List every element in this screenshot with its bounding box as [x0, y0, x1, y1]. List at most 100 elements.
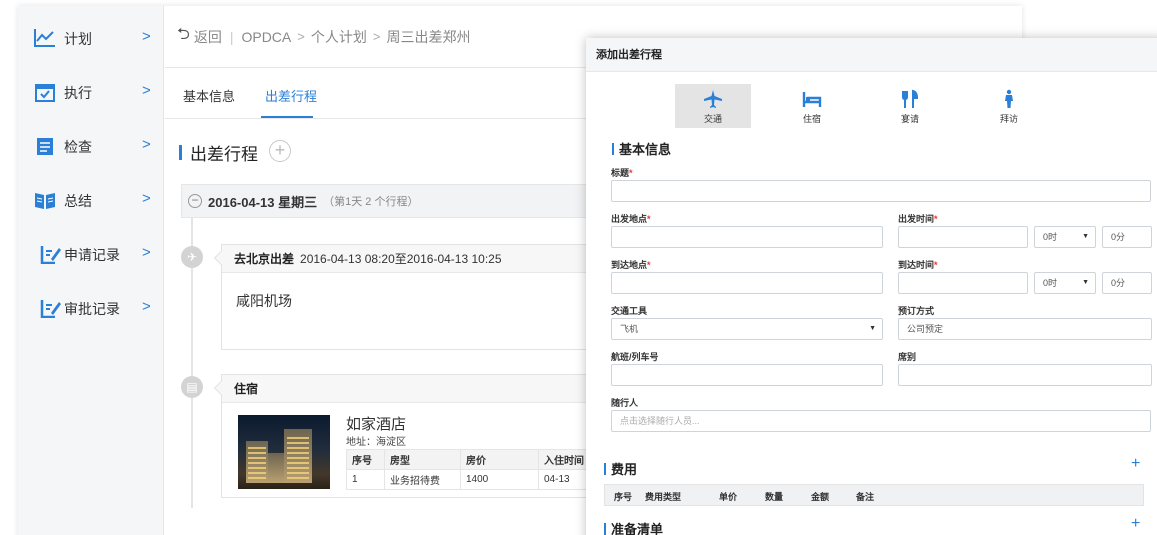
- sidebar-item-check[interactable]: 检查 >: [18, 126, 164, 166]
- section-title-text: 出差行程: [190, 145, 258, 164]
- back-button[interactable]: ⮌ 返回: [177, 23, 222, 50]
- table-header: 序号: [346, 449, 385, 470]
- arrive-hour-select[interactable]: 0时 ▼: [1034, 272, 1096, 294]
- section-fees: 费用: [604, 459, 637, 478]
- depart-date-input[interactable]: [898, 226, 1028, 248]
- person-visit-icon: [1005, 89, 1013, 108]
- hotel-photo: [238, 415, 330, 489]
- table-header: 房价: [460, 449, 539, 470]
- calendar-check-icon: [35, 84, 55, 102]
- table-cell: 1400: [460, 469, 539, 490]
- chevron-right-icon: >: [142, 28, 151, 45]
- add-itinerary-dialog: 添加出差行程 交通 住宿 宴请 拜访 基本信息 标题* 出发地点* 出发时间*: [586, 38, 1157, 535]
- breadcrumb-item[interactable]: OPDCA: [241, 29, 291, 45]
- day-summary: （第1天 2 个行程）: [323, 196, 419, 208]
- table-header: 序号: [614, 492, 633, 502]
- back-label: 返回: [193, 28, 222, 45]
- label-seat: 席别: [898, 352, 917, 362]
- type-tab-label: 拜访: [999, 114, 1018, 124]
- section-title: 基本信息: [619, 142, 672, 157]
- add-prep-button[interactable]: +: [1131, 515, 1140, 533]
- hotel-address: 地址：海淀区: [346, 437, 406, 448]
- caret-down-icon: ▼: [1082, 233, 1089, 240]
- sidebar-item-summary[interactable]: 总结 >: [18, 180, 164, 220]
- bed-icon: [802, 92, 822, 107]
- add-fee-button[interactable]: +: [1131, 455, 1140, 473]
- table-cell: 业务招待费: [384, 469, 461, 490]
- airplane-icon: ✈: [181, 246, 203, 268]
- label-arrive-time: 到达时间*: [898, 260, 938, 270]
- collapse-icon[interactable]: −: [188, 194, 202, 208]
- label-flight-no: 航班/列车号: [611, 352, 659, 362]
- divider: |: [229, 28, 234, 45]
- arrive-minute-select[interactable]: 0分: [1102, 272, 1152, 294]
- arrive-date-input[interactable]: [898, 272, 1028, 294]
- type-tab-lodging[interactable]: 住宿: [774, 84, 850, 128]
- section-marker: [179, 145, 182, 160]
- label-companions: 随行人: [611, 398, 639, 408]
- sidebar-item-applications[interactable]: 申请记录 >: [18, 234, 164, 274]
- table-header: 房型: [384, 449, 461, 470]
- section-marker: [604, 462, 606, 475]
- breadcrumb-item[interactable]: 个人计划: [311, 27, 367, 47]
- sidebar-item-execute[interactable]: 执行 >: [18, 72, 164, 112]
- label-depart-time: 出发时间*: [898, 214, 938, 224]
- companions-input[interactable]: 点击选择随行人员...: [611, 410, 1151, 432]
- sidebar-item-label: 总结: [64, 193, 92, 209]
- edit-record-icon: [40, 246, 61, 264]
- chevron-right-icon: >: [142, 82, 151, 99]
- section-marker: [612, 142, 614, 155]
- chevron-right-icon: >: [142, 190, 151, 207]
- bed-icon: ▤: [181, 376, 203, 398]
- arrive-place-input[interactable]: [611, 272, 883, 294]
- table-header: 费用类型: [645, 492, 682, 502]
- depart-place-input[interactable]: [611, 226, 883, 248]
- card-type: 住宿: [234, 382, 259, 396]
- chevron-right-icon: >: [372, 29, 381, 44]
- caret-down-icon: ▼: [1082, 279, 1089, 286]
- table-header: 金额: [811, 492, 830, 502]
- add-itinerary-button[interactable]: +: [269, 140, 291, 162]
- table-header: 数量: [765, 492, 784, 502]
- type-tab-visit[interactable]: 拜访: [971, 84, 1047, 128]
- sidebar-item-label: 审批记录: [64, 301, 120, 317]
- tab-basic-info[interactable]: 基本信息: [183, 86, 235, 105]
- table-header: 单价: [719, 492, 738, 502]
- section-marker: [604, 522, 606, 535]
- chevron-right-icon: >: [142, 298, 151, 315]
- sidebar-item-label: 计划: [64, 31, 92, 47]
- tab-itinerary[interactable]: 出差行程: [265, 86, 317, 105]
- dialog-title: 添加出差行程: [586, 38, 1157, 72]
- label-booking: 预订方式: [898, 306, 935, 316]
- sidebar: 计划 > 执行 > 检查 > 总结 > 申请记录 > 审批记录 >: [18, 6, 164, 535]
- flight-no-input[interactable]: [611, 364, 883, 386]
- depart-hour-select[interactable]: 0时 ▼: [1034, 226, 1096, 248]
- table-header-row: 序号 房型 房价 入住时间: [346, 449, 599, 470]
- sidebar-item-plan[interactable]: 计划 >: [18, 18, 164, 58]
- label-arrive-place: 到达地点*: [611, 260, 651, 270]
- book-open-icon: [35, 193, 55, 209]
- seat-input[interactable]: [898, 364, 1152, 386]
- table-header: 备注: [856, 492, 875, 502]
- depart-minute-select[interactable]: 0分: [1102, 226, 1152, 248]
- label-depart-place: 出发地点*: [611, 214, 651, 224]
- line-chart-icon: [34, 29, 55, 47]
- transport-select[interactable]: 飞机 ▼: [611, 318, 883, 340]
- fee-table-header: 序号 费用类型 单价 数量 金额 备注: [604, 484, 1144, 506]
- active-tab-indicator: [261, 116, 313, 118]
- table-cell: 1: [346, 469, 385, 490]
- section-prep-list: 准备清单: [604, 519, 663, 535]
- sidebar-item-label: 检查: [64, 139, 92, 155]
- booking-input[interactable]: 公司预定: [898, 318, 1152, 340]
- title-input[interactable]: [611, 180, 1151, 202]
- room-table: 序号 房型 房价 入住时间 1 业务招待费 1400 04-13: [346, 449, 599, 490]
- type-tab-transport[interactable]: 交通: [675, 84, 751, 128]
- type-tab-label: 交通: [703, 114, 722, 124]
- sidebar-item-approvals[interactable]: 审批记录 >: [18, 288, 164, 328]
- caret-down-icon: ▼: [869, 325, 876, 332]
- type-tab-label: 住宿: [802, 114, 821, 124]
- undo-arrow-icon: ⮌: [177, 26, 190, 43]
- flight-place: 咸阳机场: [236, 293, 292, 309]
- hotel-name: 如家酒店: [346, 416, 407, 433]
- type-tab-banquet[interactable]: 宴请: [872, 84, 948, 128]
